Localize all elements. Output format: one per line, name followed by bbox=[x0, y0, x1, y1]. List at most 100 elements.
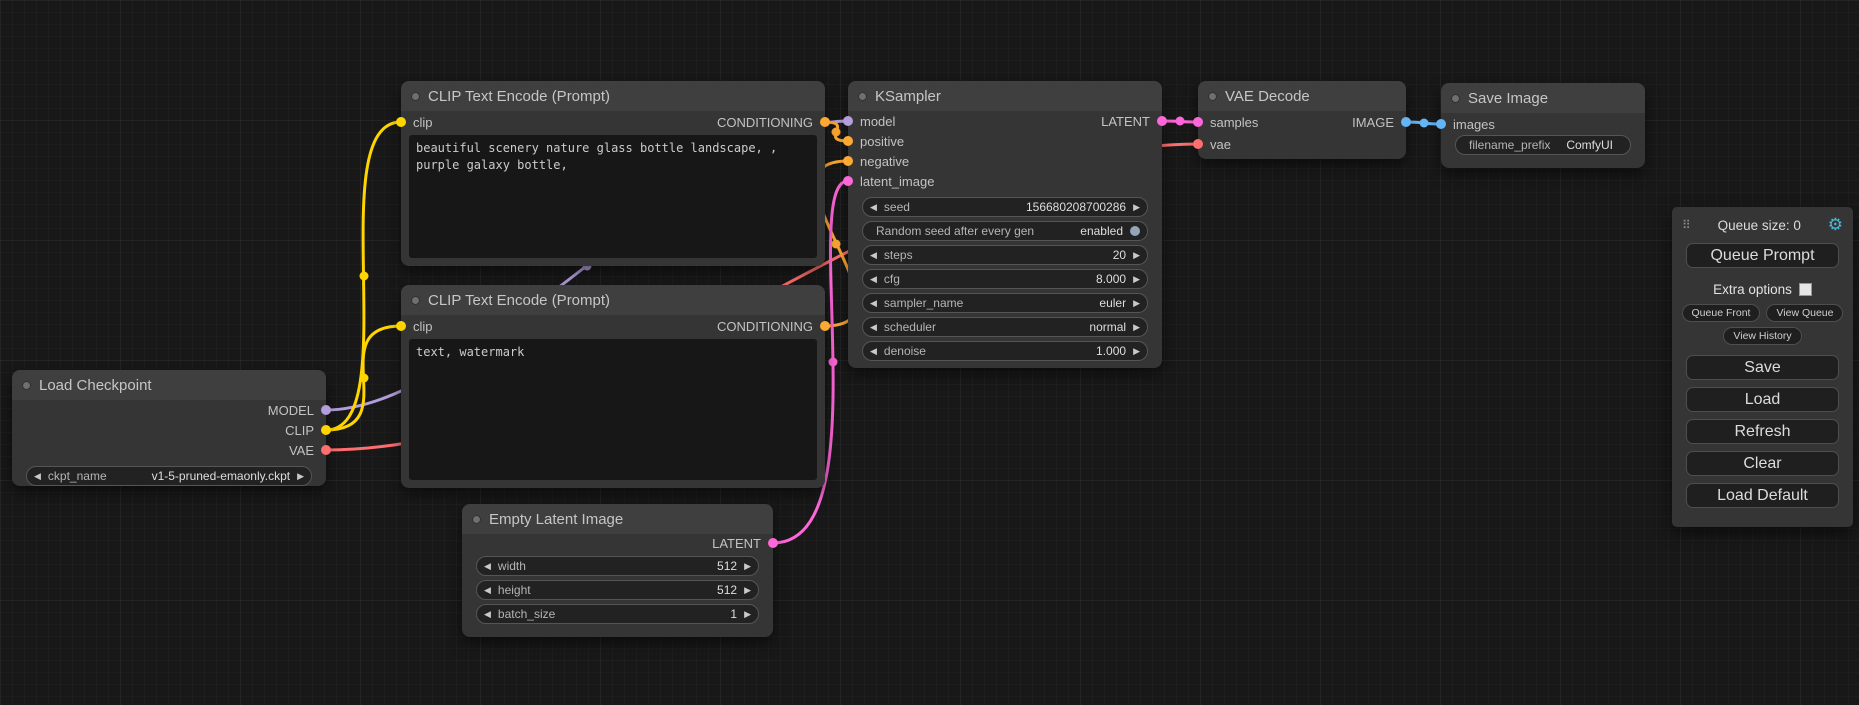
view-queue-button[interactable]: View Queue bbox=[1766, 304, 1843, 322]
queue-front-button[interactable]: Queue Front bbox=[1682, 304, 1761, 322]
collapse-toggle-icon[interactable] bbox=[858, 92, 867, 101]
widget-sampler-name[interactable]: ◀ sampler_name euler ▶ bbox=[862, 293, 1148, 313]
menu-header: ⠿ Queue size: 0 ⚙ bbox=[1672, 213, 1853, 243]
input-dot-images[interactable] bbox=[1436, 119, 1446, 129]
collapse-toggle-icon[interactable] bbox=[22, 381, 31, 390]
save-button[interactable]: Save bbox=[1686, 355, 1839, 380]
decrement-arrow-icon[interactable]: ◀ bbox=[484, 562, 491, 571]
link-midpoint-dot bbox=[1176, 117, 1185, 126]
input-dot-samples[interactable] bbox=[1193, 117, 1203, 127]
output-dot-latent[interactable] bbox=[768, 538, 778, 548]
node-header[interactable]: CLIP Text Encode (Prompt) bbox=[401, 81, 825, 111]
output-dot-conditioning[interactable] bbox=[820, 321, 830, 331]
output-dot-conditioning[interactable] bbox=[820, 117, 830, 127]
node-header[interactable]: VAE Decode bbox=[1198, 81, 1406, 111]
increment-arrow-icon[interactable]: ▶ bbox=[744, 586, 751, 595]
node-save-image[interactable]: Save Image images filename_prefix ComfyU… bbox=[1441, 83, 1645, 168]
prompt-textarea[interactable]: text, watermark bbox=[409, 339, 817, 480]
widget-filename-prefix[interactable]: filename_prefix ComfyUI bbox=[1455, 135, 1631, 155]
node-ksampler[interactable]: KSampler model LATENT positive negative … bbox=[848, 81, 1162, 368]
output-dot-model[interactable] bbox=[321, 405, 331, 415]
prompt-textarea[interactable]: beautiful scenery nature glass bottle la… bbox=[409, 135, 817, 258]
queue-prompt-button[interactable]: Queue Prompt bbox=[1686, 243, 1839, 268]
slot-label: clip bbox=[413, 115, 433, 130]
node-vae-decode[interactable]: VAE Decode samples IMAGE vae bbox=[1198, 81, 1406, 159]
node-header[interactable]: Save Image bbox=[1441, 83, 1645, 113]
input-dot-clip[interactable] bbox=[396, 321, 406, 331]
increment-arrow-icon[interactable]: ▶ bbox=[1133, 323, 1140, 332]
node-load-checkpoint[interactable]: Load Checkpoint MODEL CLIP VAE ◀ ckpt_na… bbox=[12, 370, 326, 486]
input-dot-vae[interactable] bbox=[1193, 139, 1203, 149]
decrement-arrow-icon[interactable]: ◀ bbox=[484, 586, 491, 595]
input-dot-positive[interactable] bbox=[843, 136, 853, 146]
decrement-arrow-icon[interactable]: ◀ bbox=[484, 610, 491, 619]
view-history-button[interactable]: View History bbox=[1723, 327, 1801, 345]
collapse-toggle-icon[interactable] bbox=[411, 296, 420, 305]
load-button[interactable]: Load bbox=[1686, 387, 1839, 412]
widget-seed[interactable]: ◀ seed 156680208700286 ▶ bbox=[862, 197, 1148, 217]
input-dot-model[interactable] bbox=[843, 116, 853, 126]
history-button-row: View History bbox=[1672, 327, 1853, 345]
extra-options-label: Extra options bbox=[1713, 282, 1792, 297]
widget-value: 512 bbox=[717, 559, 737, 573]
increment-arrow-icon[interactable]: ▶ bbox=[744, 610, 751, 619]
widget-batch-size[interactable]: ◀ batch_size 1 ▶ bbox=[476, 604, 759, 624]
decrement-arrow-icon[interactable]: ◀ bbox=[870, 203, 877, 212]
collapse-toggle-icon[interactable] bbox=[472, 515, 481, 524]
decrement-arrow-icon[interactable]: ◀ bbox=[870, 275, 877, 284]
collapse-toggle-icon[interactable] bbox=[1208, 92, 1217, 101]
node-title: CLIP Text Encode (Prompt) bbox=[428, 292, 610, 309]
input-dot-negative[interactable] bbox=[843, 156, 853, 166]
increment-arrow-icon[interactable]: ▶ bbox=[1133, 203, 1140, 212]
node-header[interactable]: Load Checkpoint bbox=[12, 370, 326, 400]
widget-label: width bbox=[498, 559, 526, 573]
decrement-arrow-icon[interactable]: ◀ bbox=[870, 251, 877, 260]
clear-button[interactable]: Clear bbox=[1686, 451, 1839, 476]
increment-arrow-icon[interactable]: ▶ bbox=[1133, 347, 1140, 356]
widget-ckpt-name[interactable]: ◀ ckpt_name v1-5-pruned-emaonly.ckpt ▶ bbox=[26, 466, 312, 486]
output-slot-clip: CLIP bbox=[12, 420, 326, 440]
node-header[interactable]: Empty Latent Image bbox=[462, 504, 773, 534]
load-default-button[interactable]: Load Default bbox=[1686, 483, 1839, 508]
toggle-knob-icon[interactable] bbox=[1130, 226, 1140, 236]
widget-label: steps bbox=[884, 248, 913, 262]
slot-label: CONDITIONING bbox=[717, 319, 813, 334]
node-clip-text-encode-positive[interactable]: CLIP Text Encode (Prompt) clip CONDITION… bbox=[401, 81, 825, 266]
refresh-button[interactable]: Refresh bbox=[1686, 419, 1839, 444]
node-clip-text-encode-negative[interactable]: CLIP Text Encode (Prompt) clip CONDITION… bbox=[401, 285, 825, 488]
node-header[interactable]: KSampler bbox=[848, 81, 1162, 111]
widget-steps[interactable]: ◀ steps 20 ▶ bbox=[862, 245, 1148, 265]
decrement-arrow-icon[interactable]: ◀ bbox=[34, 472, 41, 481]
widget-random-seed-toggle[interactable]: Random seed after every gen enabled bbox=[862, 221, 1148, 241]
increment-arrow-icon[interactable]: ▶ bbox=[1133, 275, 1140, 284]
widget-scheduler[interactable]: ◀ scheduler normal ▶ bbox=[862, 317, 1148, 337]
output-dot-vae[interactable] bbox=[321, 445, 331, 455]
increment-arrow-icon[interactable]: ▶ bbox=[744, 562, 751, 571]
node-empty-latent-image[interactable]: Empty Latent Image LATENT ◀ width 512 ▶ … bbox=[462, 504, 773, 637]
increment-arrow-icon[interactable]: ▶ bbox=[1133, 299, 1140, 308]
increment-arrow-icon[interactable]: ▶ bbox=[1133, 251, 1140, 260]
input-dot-latent-image[interactable] bbox=[843, 176, 853, 186]
node-graph-canvas[interactable]: Load Checkpoint MODEL CLIP VAE ◀ ckpt_na… bbox=[0, 0, 1859, 705]
collapse-toggle-icon[interactable] bbox=[411, 92, 420, 101]
input-dot-clip[interactable] bbox=[396, 117, 406, 127]
node-title: Save Image bbox=[1468, 90, 1548, 107]
widget-cfg[interactable]: ◀ cfg 8.000 ▶ bbox=[862, 269, 1148, 289]
node-header[interactable]: CLIP Text Encode (Prompt) bbox=[401, 285, 825, 315]
extra-options-checkbox[interactable] bbox=[1799, 283, 1812, 296]
node-title: Empty Latent Image bbox=[489, 511, 623, 528]
widget-height[interactable]: ◀ height 512 ▶ bbox=[476, 580, 759, 600]
widget-width[interactable]: ◀ width 512 ▶ bbox=[476, 556, 759, 576]
settings-gear-icon[interactable]: ⚙ bbox=[1828, 215, 1843, 235]
decrement-arrow-icon[interactable]: ◀ bbox=[870, 299, 877, 308]
widget-denoise[interactable]: ◀ denoise 1.000 ▶ bbox=[862, 341, 1148, 361]
decrement-arrow-icon[interactable]: ◀ bbox=[870, 347, 877, 356]
output-dot-latent[interactable] bbox=[1157, 116, 1167, 126]
output-dot-clip[interactable] bbox=[321, 425, 331, 435]
drag-handle-icon[interactable]: ⠿ bbox=[1682, 218, 1691, 232]
decrement-arrow-icon[interactable]: ◀ bbox=[870, 323, 877, 332]
link-midpoint-dot bbox=[829, 358, 838, 367]
increment-arrow-icon[interactable]: ▶ bbox=[297, 472, 304, 481]
output-dot-image[interactable] bbox=[1401, 117, 1411, 127]
collapse-toggle-icon[interactable] bbox=[1451, 94, 1460, 103]
